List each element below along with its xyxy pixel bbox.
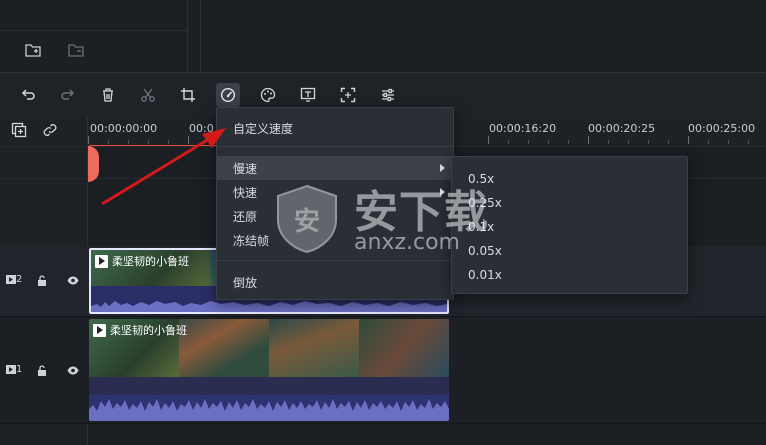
menu-separator: [217, 146, 453, 147]
new-folder-icon[interactable]: [25, 43, 41, 57]
adjust-icon: [382, 88, 394, 102]
top-panel: [0, 0, 766, 72]
ruler-minor-tick: [648, 140, 649, 144]
ruler-minor-tick: [108, 140, 109, 144]
playhead-handle[interactable]: [88, 146, 99, 182]
audio-gap: [89, 377, 449, 395]
link-icon[interactable]: [42, 122, 58, 138]
ruler-label: 00:00:00:00: [90, 122, 158, 135]
text-icon: [300, 87, 316, 102]
text-button[interactable]: [296, 83, 320, 107]
ruler-minor-tick: [748, 140, 749, 144]
play-icon: [93, 323, 106, 337]
ruler-label: 00:0: [189, 122, 214, 135]
thumbnail: [179, 319, 269, 377]
cut-icon: [141, 88, 155, 102]
ruler-minor-tick: [568, 140, 569, 144]
clip-title: 柔坚韧的小鲁班: [93, 322, 187, 338]
ruler-tick: [488, 136, 489, 144]
menu-item-label: 快速: [233, 185, 258, 200]
ruler-minor-tick: [528, 140, 529, 144]
ruler-tick: [688, 136, 689, 144]
undo-button[interactable]: [16, 83, 40, 107]
thumbnail: [359, 319, 449, 377]
ruler-minor-tick: [708, 140, 709, 144]
ruler-minor-tick: [668, 140, 669, 144]
ruler-tick: [588, 136, 589, 144]
slow-speed-submenu: 0.5x 0.25x 0.1x 0.05x 0.01x: [451, 156, 688, 294]
adjust-button[interactable]: [376, 83, 400, 107]
focus-button[interactable]: [336, 83, 360, 107]
menu-item-label: 慢速: [233, 161, 258, 176]
submenu-item[interactable]: 0.05x: [452, 239, 687, 263]
ruler-label: 00:00:25:00: [688, 122, 756, 135]
submenu-item[interactable]: 0.5x: [452, 167, 687, 191]
play-icon: [95, 254, 108, 268]
eye-icon[interactable]: [67, 276, 79, 285]
audio-waveform: [89, 395, 449, 421]
redo-button[interactable]: [56, 83, 80, 107]
ruler-tick: [188, 136, 189, 144]
submenu-item[interactable]: 0.25x: [452, 191, 687, 215]
palette-icon: [260, 87, 276, 103]
ruler-minor-tick: [548, 140, 549, 144]
media-pane: [0, 0, 188, 72]
track-number: 1: [16, 364, 23, 375]
ruler-minor-tick: [168, 140, 169, 144]
ruler-minor-tick: [608, 140, 609, 144]
ruler-minor-tick: [148, 140, 149, 144]
divider: [0, 423, 766, 424]
video-track-icon: [6, 275, 16, 284]
ruler-minor-tick: [508, 140, 509, 144]
color-button[interactable]: [256, 83, 280, 107]
video-track-icon: [6, 365, 16, 374]
submenu-arrow-icon: [440, 188, 445, 196]
menu-item-reverse[interactable]: 倒放: [217, 270, 453, 294]
crop-icon: [181, 88, 195, 102]
clip-title-text: 柔坚韧的小鲁班: [110, 324, 187, 337]
submenu-item[interactable]: 0.01x: [452, 263, 687, 287]
menu-separator: [217, 260, 453, 261]
speed-icon: [220, 87, 236, 103]
ruler-label: 00:00:20:25: [588, 122, 656, 135]
clip-title: 柔坚韧的小鲁班: [95, 253, 189, 269]
track-number: 2: [16, 274, 23, 285]
track-row-1: 1 柔坚韧的小鲁班: [0, 317, 766, 423]
crop-button[interactable]: [176, 83, 200, 107]
divider: [0, 30, 188, 31]
menu-item-slow[interactable]: 慢速: [217, 156, 453, 180]
remove-folder-icon[interactable]: [68, 43, 84, 57]
ruler-tick: [88, 136, 89, 144]
cut-button[interactable]: [136, 83, 160, 107]
ruler-label: 00:00:16:20: [489, 122, 557, 135]
ruler-minor-tick: [728, 140, 729, 144]
ruler-minor-tick: [128, 140, 129, 144]
clip-title-text: 柔坚韧的小鲁班: [112, 255, 189, 268]
track-1-video-indicator: 1: [6, 364, 22, 375]
waveform-graphic: [89, 399, 449, 421]
speed-context-menu: 自定义速度 慢速 快速 还原 冻结帧 倒放: [216, 107, 454, 300]
ruler-minor-tick: [628, 140, 629, 144]
submenu-arrow-icon: [440, 164, 445, 172]
eye-icon[interactable]: [67, 366, 79, 375]
undo-icon: [21, 89, 35, 100]
delete-icon: [103, 88, 113, 102]
focus-icon: [340, 87, 356, 103]
lock-icon[interactable]: [37, 365, 47, 376]
video-clip[interactable]: 柔坚韧的小鲁班: [89, 319, 449, 421]
menu-item-reset[interactable]: 还原: [217, 204, 453, 228]
menu-item-custom-speed[interactable]: 自定义速度: [217, 116, 453, 140]
menu-item-fast[interactable]: 快速: [217, 180, 453, 204]
redo-icon: [61, 89, 75, 100]
track-2-video-indicator: 2: [6, 274, 22, 285]
menu-item-freeze-frame[interactable]: 冻结帧: [217, 228, 453, 252]
thumbnail: [269, 319, 359, 377]
delete-button[interactable]: [96, 83, 120, 107]
lock-icon[interactable]: [37, 275, 47, 286]
speed-button[interactable]: [216, 83, 240, 107]
preview-pane: [200, 0, 766, 72]
submenu-item[interactable]: 0.1x: [452, 215, 687, 239]
add-track-icon[interactable]: [11, 122, 27, 138]
